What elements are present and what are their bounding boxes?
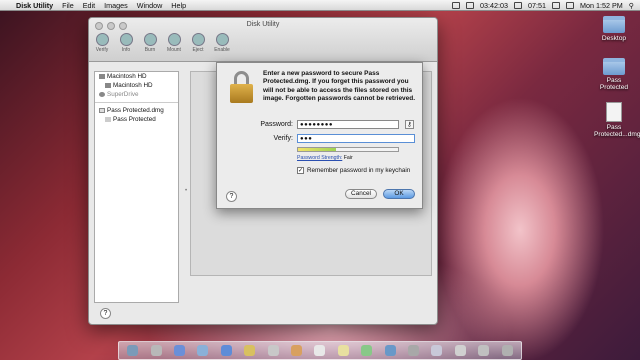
sidebar-item-superdrive[interactable]: SuperDrive [95, 90, 178, 99]
microscope-icon [95, 33, 109, 46]
password-label: Password: [260, 121, 293, 128]
info-button[interactable]: Info [117, 33, 135, 53]
dock [118, 341, 522, 360]
desktop-folder[interactable]: Desktop [594, 16, 634, 42]
trash-icon[interactable] [501, 345, 513, 356]
menu-help[interactable]: Help [171, 1, 186, 10]
folder-icon [603, 16, 625, 33]
mission-control-icon[interactable] [174, 345, 186, 356]
window-titlebar[interactable]: Disk Utility Verify Info Burn Mount Ejec… [89, 18, 437, 62]
eject-button[interactable]: Eject [189, 33, 207, 53]
notes-icon[interactable] [337, 345, 349, 356]
status-m-icon[interactable] [452, 1, 460, 9]
menu-bar: Disk Utility File Edit Images Window Hel… [0, 0, 640, 11]
mounted-volume-icon [105, 116, 111, 122]
folder-icon [603, 58, 625, 75]
dmg-file-icon [606, 102, 622, 122]
desktop-icon-label: Pass Protected...dmg [594, 124, 640, 138]
calendar-icon[interactable] [314, 345, 326, 356]
burn-icon [143, 33, 157, 46]
sidebar-item-dmg[interactable]: Pass Protected.dmg [95, 106, 178, 115]
password-strength-meter [297, 147, 399, 152]
sidebar-divider [95, 102, 178, 103]
password-strength-row: Password Strength: Fair [297, 155, 353, 161]
volume-disk-icon [105, 82, 111, 88]
enable-journaling-button[interactable]: Enable [213, 33, 231, 53]
password-strength-value: Fair [343, 155, 353, 161]
hard-disk-icon [99, 73, 105, 79]
dashboard-icon[interactable] [150, 345, 162, 356]
menu-edit[interactable]: Edit [83, 1, 95, 10]
app-menu[interactable]: Disk Utility [16, 1, 53, 10]
sidebar[interactable]: Macintosh HD Macintosh HD SuperDrive Pas… [94, 71, 179, 303]
sheet-message: Enter a new password to secure Pass Prot… [263, 70, 416, 103]
remember-keychain-checkbox[interactable]: ✓ Remember password in my keychain [297, 167, 410, 174]
verify-button[interactable]: Verify [93, 33, 111, 53]
clock-1[interactable]: 03:42:03 [480, 1, 508, 10]
desktop-icon-label: Desktop [601, 35, 627, 42]
menu-window[interactable]: Window [137, 1, 163, 10]
optical-drive-icon [99, 91, 105, 97]
password-sheet: Enter a new password to secure Pass Prot… [216, 62, 423, 209]
desktop-dmg-file[interactable]: Pass Protected...dmg [594, 102, 640, 138]
toolbar: Verify Info Burn Mount Eject Enable [93, 33, 231, 53]
eject-icon [191, 33, 205, 46]
address-book-icon[interactable] [291, 345, 303, 356]
menubar-datetime[interactable]: Mon 1:52 PM [580, 1, 623, 10]
lock-icon [228, 71, 254, 105]
sidebar-item-disk[interactable]: Macintosh HD [95, 72, 178, 81]
password-field[interactable]: ●●●●●●●● [297, 120, 399, 129]
safari-icon[interactable] [197, 345, 209, 356]
window-title: Disk Utility [246, 21, 280, 28]
cancel-button[interactable]: Cancel [345, 189, 377, 199]
battery-icon[interactable] [565, 1, 574, 9]
spotlight-icon[interactable]: ⚲ [629, 1, 634, 10]
ok-button[interactable]: OK [383, 189, 415, 199]
enable-icon [215, 33, 229, 46]
wifi-icon[interactable] [513, 1, 522, 9]
mail-icon[interactable] [267, 345, 279, 356]
messages-icon[interactable] [361, 345, 373, 356]
menu-images[interactable]: Images [104, 1, 128, 10]
mount-icon [167, 33, 181, 46]
desktop-icon-label: Pass Protected [599, 77, 629, 91]
menu-file[interactable]: File [62, 1, 74, 10]
disk-utility-icon[interactable] [431, 345, 443, 356]
verify-label: Verify: [273, 135, 293, 142]
desktop-pass-protected-folder[interactable]: Pass Protected [594, 58, 634, 91]
finder-icon[interactable] [127, 345, 139, 356]
status-app-icon[interactable] [466, 1, 474, 9]
password-strength-fill [298, 148, 336, 151]
sidebar-item-mounted-image[interactable]: Pass Protected [95, 115, 178, 124]
password-assistant-key-icon[interactable]: ⚷ [405, 120, 414, 129]
remember-keychain-label: Remember password in my keychain [307, 167, 411, 174]
sheet-help-button[interactable]: ? [226, 191, 237, 202]
sidebar-item-volume[interactable]: Macintosh HD [95, 81, 178, 90]
facetime-icon[interactable] [384, 345, 396, 356]
downloads-stack-icon[interactable] [478, 345, 490, 356]
info-icon [119, 33, 133, 46]
mount-button[interactable]: Mount [165, 33, 183, 53]
system-preferences-icon[interactable] [408, 345, 420, 356]
checkbox-check-icon: ✓ [297, 167, 304, 174]
chrome-icon[interactable] [244, 345, 256, 356]
app-store-icon[interactable] [220, 345, 232, 356]
dmg-icon [99, 107, 105, 113]
clock-2[interactable]: 07:51 [528, 1, 546, 10]
split-handle[interactable]: • [185, 188, 187, 194]
password-strength-link[interactable]: Password Strength: [297, 155, 342, 161]
help-button[interactable]: ? [100, 308, 111, 319]
volume-icon[interactable] [551, 1, 560, 9]
documents-stack-icon[interactable] [454, 345, 466, 356]
burn-button[interactable]: Burn [141, 33, 159, 53]
verify-field[interactable]: ●●● [297, 134, 415, 143]
